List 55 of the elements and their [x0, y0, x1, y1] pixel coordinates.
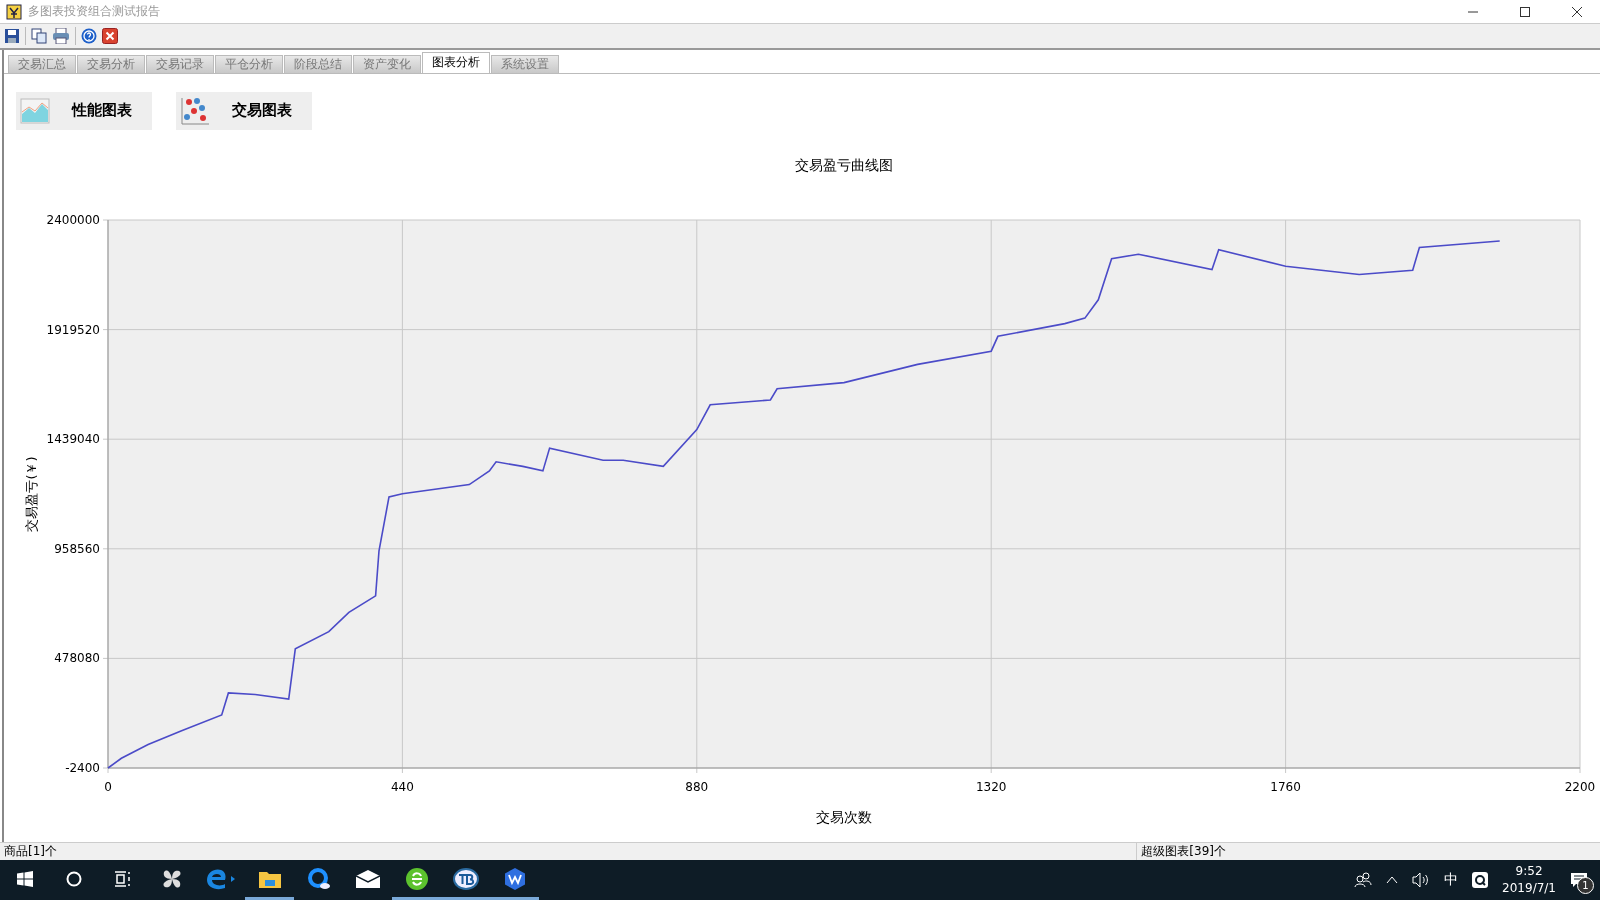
status-text: 商品[1]个 [3, 843, 58, 861]
help-icon[interactable] [81, 27, 97, 44]
y-tick-label: 958560 [54, 541, 100, 556]
x-tick-label: 880 [685, 779, 709, 794]
tab[interactable]: 交易汇总 [8, 54, 76, 73]
tab[interactable]: 系统设置 [491, 54, 559, 73]
q-browser-icon[interactable] [306, 866, 331, 891]
w-office-icon[interactable] [502, 866, 527, 891]
print-icon[interactable] [52, 27, 70, 44]
close-icon[interactable] [1572, 6, 1582, 17]
q-app-icon[interactable] [1472, 872, 1489, 889]
folder-icon[interactable] [258, 869, 281, 888]
app-icon [6, 3, 22, 20]
clock-date: 2019/7/1 [1502, 880, 1556, 898]
chart-type-button[interactable]: 性能图表 [16, 91, 152, 130]
ime-indicator[interactable]: 中 [1444, 871, 1459, 890]
x-tick-label: 0 [104, 779, 112, 794]
y-tick-label: 1919520 [46, 322, 100, 337]
window-title: 多图表投资组合测试报告 [28, 3, 161, 20]
save-icon[interactable] [4, 27, 20, 44]
mail-icon[interactable] [355, 869, 380, 888]
copy-icon[interactable] [31, 27, 47, 44]
chart-title: 交易盈亏曲线图 [795, 156, 893, 173]
tab[interactable]: 资产变化 [353, 54, 421, 73]
tab[interactable]: 平仓分析 [215, 54, 283, 73]
area-chart-icon [20, 97, 50, 124]
tab[interactable]: 交易分析 [77, 54, 145, 73]
notification-count: 1 [1577, 877, 1594, 895]
y-tick-label: 2400000 [46, 212, 100, 227]
windows-logo-icon[interactable] [16, 870, 33, 887]
tab[interactable]: 交易记录 [146, 54, 214, 73]
y-axis-title: 交易盈亏(￥) [24, 456, 39, 532]
tab[interactable]: 图表分析 [422, 51, 490, 73]
x-axis-title: 交易次数 [816, 808, 872, 825]
y-tick-label: 478080 [54, 651, 100, 666]
tb-logo-icon[interactable] [452, 867, 479, 890]
y-tick-label: -2400 [65, 760, 100, 775]
y-tick-label: 1439040 [46, 431, 100, 446]
globe-e-icon[interactable] [404, 866, 429, 891]
x-tick-label: 1760 [1270, 779, 1301, 794]
maximize-icon[interactable] [1520, 6, 1530, 17]
volume-icon[interactable] [1412, 872, 1431, 889]
x-tick-label: 1320 [975, 779, 1007, 794]
scatter-chart-icon [180, 95, 210, 126]
x-tick-label: 2200 [1564, 779, 1596, 794]
tab[interactable]: 阶段总结 [284, 54, 352, 73]
chevron-up-icon[interactable] [1386, 876, 1399, 885]
task-view-icon[interactable] [113, 870, 132, 887]
x-tick-label: 440 [390, 779, 414, 794]
close-icon[interactable] [102, 27, 118, 44]
chart-type-button[interactable]: 交易图表 [176, 91, 312, 130]
clock-time: 9:52 [1515, 863, 1543, 881]
people-icon[interactable] [1354, 872, 1373, 889]
search-icon[interactable] [65, 870, 82, 887]
browser-e-icon[interactable] [205, 867, 236, 890]
